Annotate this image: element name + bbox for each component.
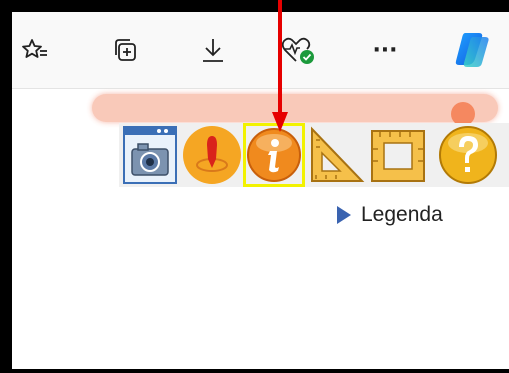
outer-frame-left	[0, 0, 12, 373]
tool-information[interactable]	[243, 123, 305, 187]
transparency-slider[interactable]	[92, 94, 498, 126]
page-content: Legenda	[12, 89, 509, 369]
collections-button[interactable]	[108, 32, 144, 68]
collections-icon	[115, 39, 136, 61]
expand-arrow-icon	[337, 206, 351, 224]
outer-frame-top	[0, 0, 509, 12]
more-options-icon: ···	[372, 37, 398, 63]
tool-help[interactable]	[437, 123, 499, 187]
favorites-button[interactable]	[16, 32, 52, 68]
tool-measure-distance[interactable]	[305, 123, 367, 187]
copilot-icon	[455, 33, 489, 67]
legend-toggle[interactable]: Legenda	[337, 203, 443, 227]
location-pin-icon	[183, 126, 241, 184]
more-options-button[interactable]: ···	[367, 32, 403, 68]
screenshot-icon	[123, 126, 177, 184]
legend-label: Legenda	[361, 203, 443, 226]
copilot-button[interactable]	[450, 28, 494, 72]
triangle-ruler-icon	[311, 126, 365, 182]
tool-screenshot[interactable]	[119, 123, 181, 187]
info-icon	[247, 128, 301, 182]
browser-essentials-icon	[281, 37, 314, 64]
outer-frame-bottom	[0, 369, 509, 373]
tool-location[interactable]	[181, 123, 243, 187]
tool-measure-area[interactable]	[367, 123, 429, 187]
help-icon	[439, 126, 497, 184]
favorites-icon	[22, 39, 47, 58]
browser-toolbar: ···	[12, 12, 509, 89]
map-tools-toolbar	[119, 123, 509, 187]
downloads-button[interactable]	[195, 32, 231, 68]
browser-essentials-button[interactable]	[280, 32, 316, 68]
downloads-icon	[203, 39, 223, 62]
area-measure-icon	[371, 130, 425, 182]
